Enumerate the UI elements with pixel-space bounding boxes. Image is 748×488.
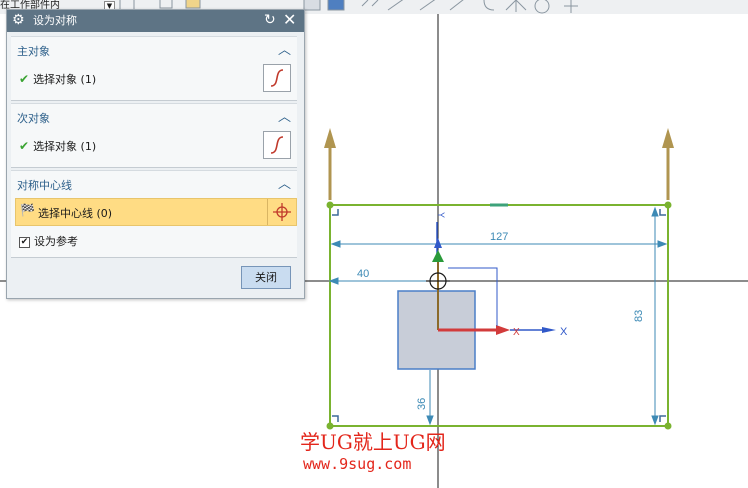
reference-checkbox[interactable]: ✔	[19, 236, 30, 248]
chevron-up-icon[interactable]: ︿	[278, 173, 291, 192]
watermark-url: www.9sug.com	[303, 455, 412, 473]
dimension-height-label[interactable]: 83	[633, 310, 645, 322]
checkmark-icon: ✔	[19, 139, 30, 153]
direction-arrows[interactable]	[324, 128, 674, 200]
close-icon[interactable]: ✕	[283, 11, 296, 29]
watermark-title: 学UG就上UG网	[300, 430, 446, 454]
reference-label: 设为参考	[34, 235, 78, 248]
close-button[interactable]: 关闭	[241, 266, 291, 289]
section-header-secondary[interactable]: 次对象	[17, 110, 50, 126]
toolbar-icon[interactable]	[185, 0, 201, 9]
axis-y-label: Y	[436, 212, 446, 218]
section-header-center-line[interactable]: 对称中心线	[17, 177, 72, 193]
chevron-up-icon[interactable]: ︿	[278, 106, 291, 125]
flag-icon: 🏁	[20, 203, 35, 217]
secondary-select-row[interactable]: ✔ 选择对象 (1)	[19, 138, 96, 154]
toolbar-icon[interactable]	[159, 0, 173, 9]
gear-icon: ⚙	[12, 12, 25, 28]
primary-select-row[interactable]: ✔ 选择对象 (1)	[19, 71, 96, 87]
center-line-select-row[interactable]: 🏁 选择中心线 (0)	[15, 198, 297, 226]
curve-icon	[270, 69, 284, 87]
dialog-titlebar[interactable]: ⚙ 设为对称 ↻ ✕	[7, 10, 304, 32]
secondary-select-label: 选择对象 (1)	[33, 140, 97, 153]
crosshair-select-button[interactable]	[267, 199, 296, 225]
dimension-width-label[interactable]: 127	[490, 231, 508, 243]
axis-x-label-small: X	[513, 327, 520, 338]
point-tool-icon[interactable]	[564, 0, 578, 13]
fillet-tool-icon[interactable]	[505, 0, 527, 12]
line-tool-icon[interactable]	[449, 0, 468, 11]
make-symmetric-dialog: ⚙ 设为对称 ↻ ✕ 主对象 ︿ ✔ 选择对象 (1) 次对象 ︿ ✔ 选择对象 (…	[6, 9, 305, 299]
reset-icon[interactable]: ↻	[264, 12, 276, 29]
center-line-select-label: 选择中心线 (0)	[38, 207, 113, 220]
curve-icon	[270, 136, 284, 154]
curve-select-button[interactable]	[263, 64, 291, 92]
primary-select-label: 选择对象 (1)	[33, 73, 97, 86]
curve-select-button[interactable]	[263, 131, 291, 159]
line-tool-icon[interactable]	[419, 0, 440, 11]
toolbar-icon[interactable]	[327, 0, 345, 11]
toolbar-icon[interactable]	[361, 0, 408, 11]
section-center-line: 对称中心线 ︿ 🏁 选择中心线 (0) ✔ 设为参考	[11, 170, 297, 258]
toolbar-icon[interactable]	[303, 0, 321, 11]
dialog-title: 设为对称	[33, 14, 77, 27]
checkmark-icon: ✔	[19, 72, 30, 86]
section-secondary-object: 次对象 ︿ ✔ 选择对象 (1)	[11, 103, 297, 168]
dimension-offset-y-label[interactable]: 36	[416, 398, 428, 410]
axis-x-label: X	[560, 326, 568, 338]
reference-checkbox-row[interactable]: ✔ 设为参考	[19, 233, 78, 249]
chevron-up-icon[interactable]: ︿	[278, 39, 291, 58]
dimension-offset-x-label[interactable]: 40	[357, 268, 369, 280]
circle-tool-icon[interactable]	[534, 0, 550, 14]
section-header-primary[interactable]: 主对象	[17, 43, 50, 59]
arc-tool-icon[interactable]	[483, 0, 495, 11]
section-primary-object: 主对象 ︿ ✔ 选择对象 (1)	[11, 36, 297, 101]
crosshair-icon	[273, 203, 291, 221]
